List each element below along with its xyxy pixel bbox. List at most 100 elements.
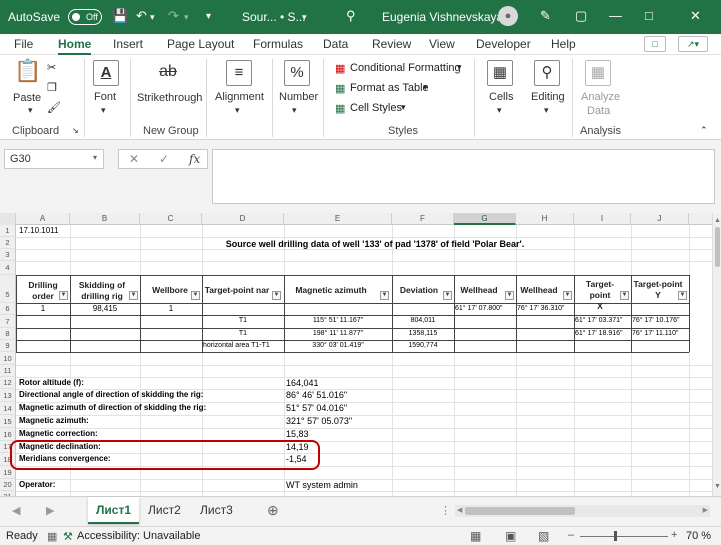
format-painter-icon[interactable]: 🖌 [47,101,61,114]
cell-f7[interactable]: 804,011 [392,315,454,327]
cell-f8[interactable]: 1358,115 [392,328,454,340]
editing-icon[interactable]: ⚲ [534,60,560,86]
cell-f9[interactable]: 1590,774 [392,340,454,352]
avatar[interactable]: ● [498,6,518,26]
editing-button[interactable]: Editing [531,91,565,103]
undo-dropdown-icon[interactable]: ▾ [150,12,155,23]
save-icon[interactable]: 💾 [112,8,128,24]
alignment-button[interactable]: Alignment [215,91,264,103]
search-icon[interactable]: ⚲ [346,8,356,24]
zoom-in-icon[interactable]: + [671,529,677,541]
alignment-icon[interactable]: ≡ [226,60,252,86]
column-header-b[interactable]: B [70,213,140,225]
cell-j8[interactable]: 76° 17' 11.110" [632,328,689,340]
cell-styles-dropdown-icon[interactable]: ▾ [401,102,406,113]
font-icon[interactable]: A [93,60,119,86]
name-box-dropdown-icon[interactable]: ▾ [93,153,97,162]
accessibility-status[interactable]: Accessibility: Unavailable [77,530,201,542]
more-options-icon[interactable]: ⋮ [440,504,451,517]
conditional-formatting-button[interactable]: Conditional Formatting [350,62,461,74]
paste-dropdown-icon[interactable]: ▾ [28,105,33,116]
row-header-3[interactable]: 3 [0,249,16,261]
column-header-e[interactable]: E [284,213,392,225]
row-header-9[interactable]: 9 [0,340,16,352]
row-header-11[interactable]: 11 [0,365,16,377]
title-dropdown-icon[interactable]: ▾ [302,12,307,23]
filter-dropdown-icon[interactable]: ▼ [59,291,68,300]
cell-i7[interactable]: 61° 17' 03.371" [575,315,631,327]
row-header-16[interactable]: 16 [0,428,16,441]
cell-d7[interactable]: T1 [202,315,284,327]
filter-dropdown-icon[interactable]: ▼ [505,291,514,300]
select-all-corner[interactable] [0,213,16,225]
cells-dropdown-icon[interactable]: ▾ [497,105,502,116]
cell-a1[interactable]: 17.10.1011 [19,225,58,237]
tab-file[interactable]: File [14,37,33,51]
row-header-10[interactable]: 10 [0,352,16,365]
name-box[interactable]: G30 [4,149,104,169]
cell-i8[interactable]: 61° 17' 18.916" [575,328,631,340]
tab-help[interactable]: Help [551,37,576,51]
row-header-14[interactable]: 14 [0,402,16,415]
cell-c6[interactable]: 1 [140,303,202,315]
label-operator[interactable]: Operator: [19,479,55,491]
analyze-data-icon[interactable]: ▦ [585,60,611,86]
undo-icon[interactable]: ↶ [136,8,147,24]
spreadsheet-grid[interactable]: A B C D E F G H I J 1 2 3 4 5 6 7 8 9 10… [0,213,712,496]
value-magnetic-correction[interactable]: 15,83 [286,428,309,440]
column-header-a[interactable]: A [16,213,70,225]
cell-h6[interactable]: 76° 17' 36.310" [517,303,574,315]
row-header-15[interactable]: 15 [0,415,16,428]
tab-page-layout[interactable]: Page Layout [167,37,234,51]
cell-g6[interactable]: 61° 17' 07.800" [455,303,516,315]
header-magnetic-azimuth[interactable]: Magnetic azimuth [286,285,376,296]
cell-b6[interactable]: 98,415 [70,303,140,315]
document-title[interactable]: Sour... • S... [242,10,306,24]
comments-icon[interactable]: □ [644,36,666,52]
formula-input[interactable] [212,149,715,204]
sheet-title[interactable]: Source well drilling data of well '133' … [140,238,610,250]
filter-dropdown-icon[interactable]: ▼ [620,291,629,300]
format-table-icon[interactable]: ▦ [335,82,345,95]
filter-dropdown-icon[interactable]: ▼ [272,291,281,300]
cell-e7[interactable]: 115° 51' 11.167" [284,315,392,327]
cancel-icon[interactable]: ✕ [129,152,139,166]
conditional-formatting-icon[interactable]: ▦ [335,62,345,75]
value-directional-angle[interactable]: 86° 46' 51.016" [286,389,347,401]
normal-view-icon[interactable]: ▦ [470,529,481,543]
column-header-c[interactable]: C [140,213,202,225]
strikethrough-icon[interactable]: ab [155,60,181,86]
header-wellhead-1[interactable]: Wellhead [456,285,502,296]
filter-dropdown-icon[interactable]: ▼ [563,291,572,300]
number-icon[interactable]: % [284,60,310,86]
filter-dropdown-icon[interactable]: ▼ [191,291,200,300]
label-magnetic-correction[interactable]: Magnetic correction: [19,428,98,440]
filter-dropdown-icon[interactable]: ▼ [129,291,138,300]
filter-dropdown-icon[interactable]: ▼ [380,291,389,300]
row-header-6[interactable]: 6 [0,303,16,315]
tab-home[interactable]: Home [58,37,92,55]
label-magnetic-azimuth-skidding[interactable]: Magnetic azimuth of direction of skiddin… [19,402,206,414]
format-as-table-button[interactable]: Format as Table [350,82,429,94]
redo-icon[interactable]: ↷ [168,8,179,24]
strikethrough-button[interactable]: Strikethrough [137,92,202,104]
row-header-8[interactable]: 8 [0,328,16,340]
filter-dropdown-icon[interactable]: ▼ [443,291,452,300]
cell-d9[interactable]: horizontal area T1-T1 [203,340,284,352]
tab-scroll-left-icon[interactable]: ◀ [12,504,20,517]
user-name[interactable]: Eugenia Vishnevskaya [382,10,503,24]
page-layout-view-icon[interactable]: ▣ [505,529,516,543]
value-magnetic-azimuth[interactable]: 321° 57' 05.073" [286,415,352,427]
zoom-out-icon[interactable]: – [568,529,574,541]
column-header-g[interactable]: G [454,213,516,225]
header-wellhead-2[interactable]: Wellhead [518,285,560,296]
autosave-toggle[interactable]: Off [68,9,102,25]
add-sheet-icon[interactable]: ⊕ [267,502,279,519]
column-header-d[interactable]: D [202,213,284,225]
column-header-j[interactable]: J [631,213,689,225]
share-icon[interactable]: ↗▾ [678,36,708,52]
cell-j7[interactable]: 76° 17' 10.176" [632,315,689,327]
cut-icon[interactable]: ✂ [47,61,56,74]
tab-view[interactable]: View [429,37,455,51]
paste-button[interactable]: Paste [13,92,41,104]
